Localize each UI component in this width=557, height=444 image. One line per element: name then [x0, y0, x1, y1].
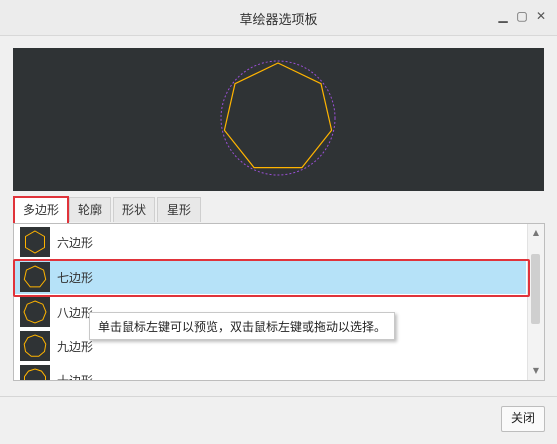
shape-preview: [13, 48, 544, 191]
minimize-icon[interactable]: ▁: [494, 7, 512, 25]
list-item[interactable]: 六边形: [14, 225, 526, 259]
list-item-label: 九边形: [57, 340, 94, 354]
list-item-label: 六边形: [57, 236, 94, 250]
tab-profile[interactable]: 轮廓: [69, 197, 111, 222]
preview-circle: [220, 60, 336, 176]
window-title: 草绘器选项板: [239, 13, 318, 28]
list-item-label: 七边形: [57, 271, 94, 285]
list-item-label: 八边形: [57, 306, 94, 320]
tab-star[interactable]: 星形: [157, 197, 201, 222]
tooltip: 单击鼠标左键可以预览，双击鼠标左键或拖动以选择。: [89, 312, 395, 340]
scroll-down-icon[interactable]: ▼: [530, 366, 542, 376]
list-item-selected[interactable]: 七边形: [14, 260, 526, 294]
octagon-thumbnail: [20, 297, 50, 327]
list-scrollbar[interactable]: ▲ ▼: [527, 224, 544, 380]
nonagon-icon: [23, 334, 47, 357]
footer-divider: [0, 396, 557, 397]
scroll-up-icon[interactable]: ▲: [530, 228, 542, 238]
decagon-icon: [24, 368, 46, 380]
list-item-label: 十边形: [57, 374, 94, 381]
octagon-icon: [23, 300, 47, 324]
preview-svg: [220, 60, 336, 176]
close-icon[interactable]: ✕: [532, 7, 550, 25]
maximize-icon[interactable]: ▢: [513, 7, 531, 25]
tab-shape[interactable]: 形状: [113, 197, 155, 222]
tab-polygon[interactable]: 多边形: [13, 196, 69, 225]
list-item[interactable]: 十边形: [14, 363, 526, 381]
hexagon-thumbnail: [20, 227, 50, 257]
hexagon-icon: [25, 230, 45, 254]
heptagon-icon: [23, 265, 47, 288]
decagon-thumbnail: [20, 365, 50, 380]
title-bar: 草绘器选项板 ▁ ▢ ✕: [0, 0, 557, 36]
sketcher-palette-window: 草绘器选项板 ▁ ▢ ✕ 多边形 轮廓 形状 星形 六边形 七边形 八边形 九边…: [0, 0, 557, 444]
scroll-thumb[interactable]: [531, 254, 540, 324]
heptagon-thumbnail: [20, 262, 50, 292]
close-button[interactable]: 关闭: [501, 406, 545, 432]
preview-heptagon: [223, 62, 333, 169]
nonagon-thumbnail: [20, 331, 50, 361]
shape-list: 六边形 七边形 八边形 九边形 十边形 ▲ ▼: [13, 223, 545, 381]
